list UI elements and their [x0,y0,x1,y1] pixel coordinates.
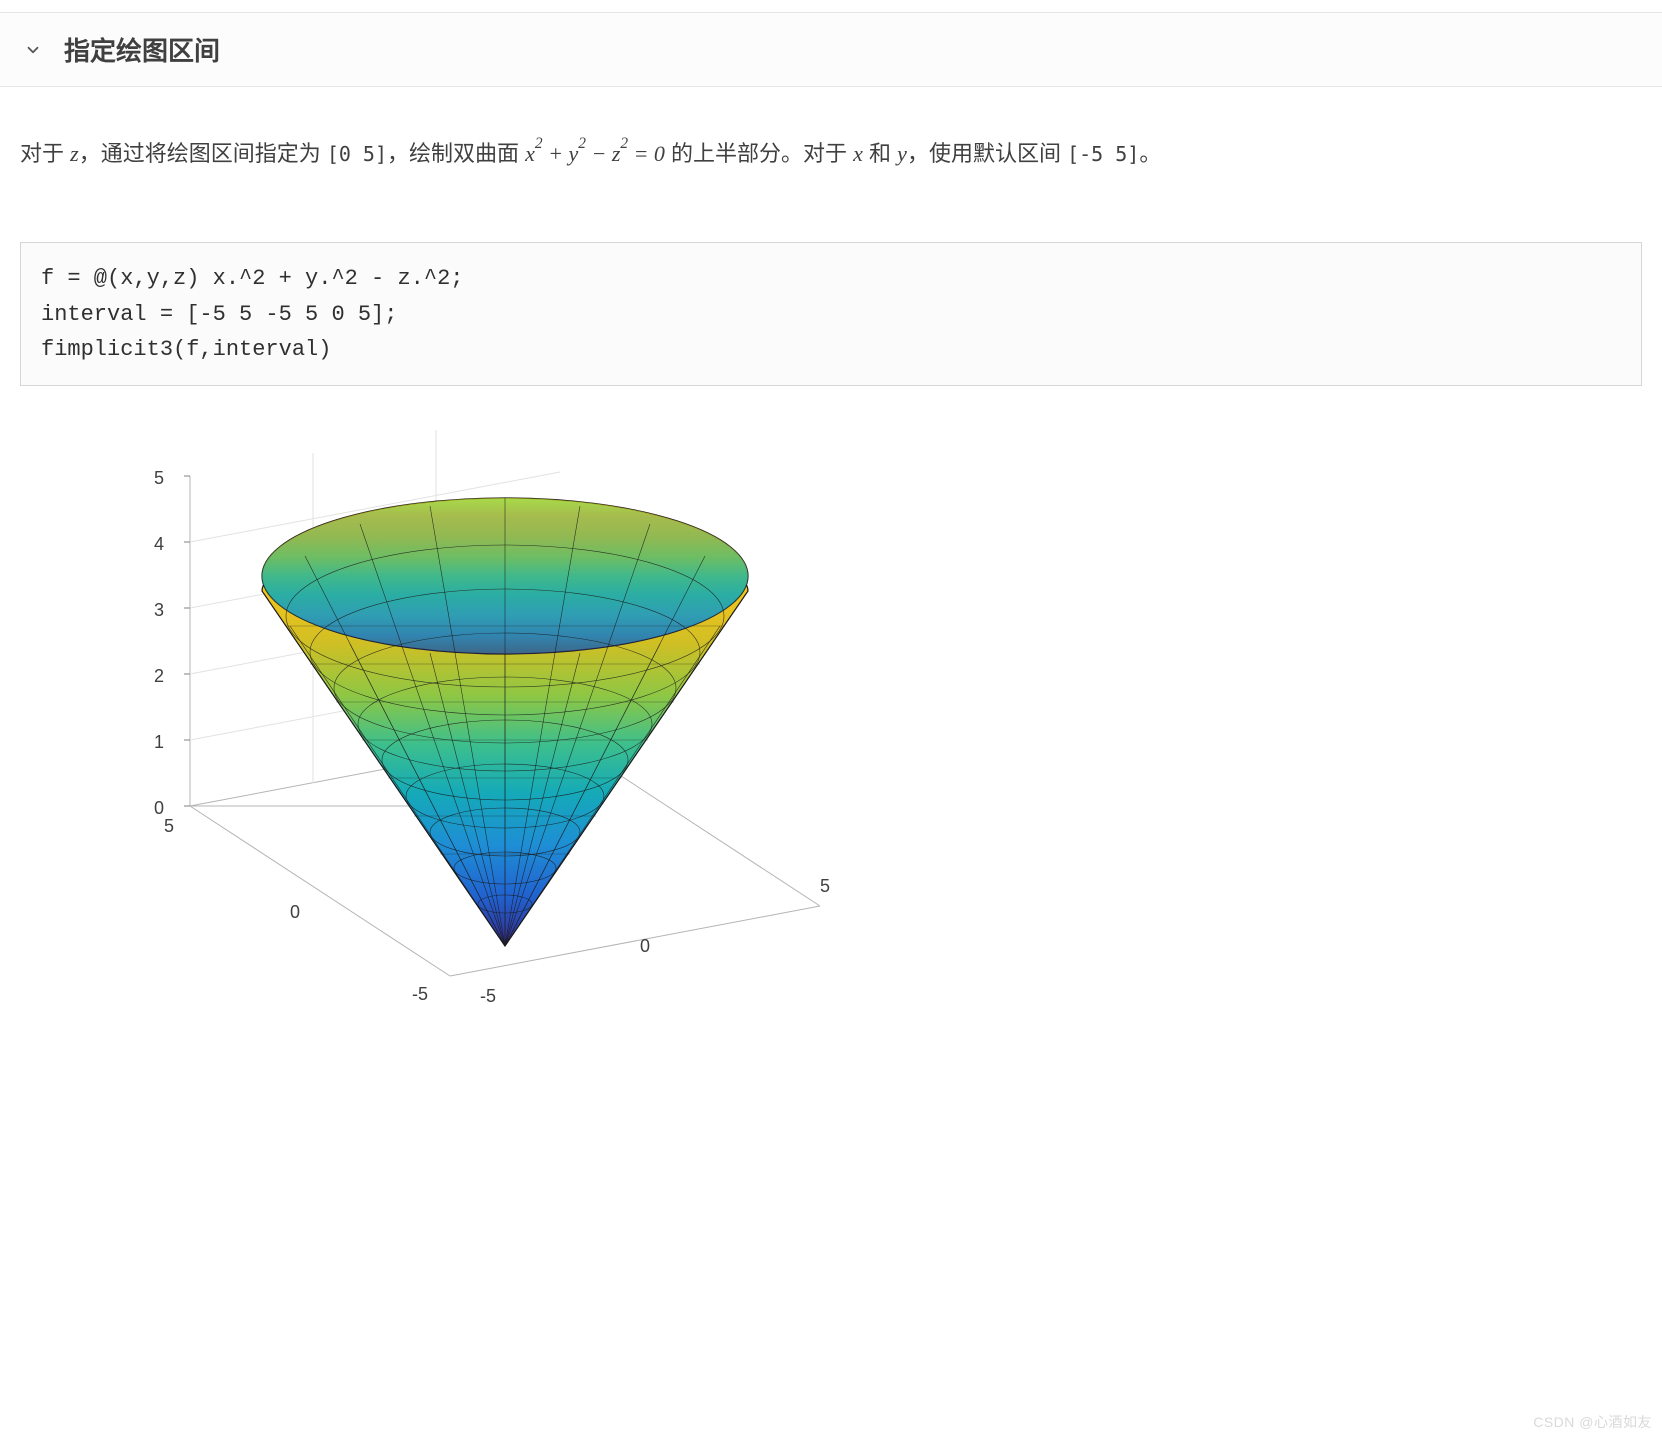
figure-container: 5 4 3 2 1 0 5 0 -5 -5 0 5 [20,416,1642,1036]
section-body: 对于 z，通过将绘图区间指定为 [0 5]，绘制双曲面 x2 + y2 − z2… [0,87,1662,1056]
var-y: y [897,141,907,166]
y-tick: 5 [164,816,174,837]
y-tick: -5 [412,984,428,1005]
equation: x2 + y2 − z2 = 0 [525,141,665,166]
z-tick: 5 [154,468,164,489]
interval-xy: [-5 5] [1067,142,1139,166]
section-header: 指定绘图区间 [0,13,1662,87]
chevron-down-icon[interactable] [20,37,46,63]
z-tick: 1 [154,732,164,753]
plot-svg [80,416,940,1036]
interval-z: [0 5] [327,142,387,166]
var-x: x [853,141,863,166]
text: 的上半部分。对于 [665,141,853,166]
axis-ticks [184,476,190,806]
top-divider [0,0,1662,13]
text: ，通过将绘图区间指定为 [79,141,327,166]
code-block[interactable]: f = @(x,y,z) x.^2 + y.^2 - z.^2; interva… [20,242,1642,386]
var-z: z [70,141,79,166]
z-tick: 0 [154,798,164,819]
text: 。 [1139,141,1161,166]
text: ，使用默认区间 [907,141,1067,166]
watermark: CSDN @心酒如友 [1533,1412,1652,1432]
z-tick: 4 [154,534,164,555]
text: 对于 [20,141,70,166]
cone-surface [262,498,748,946]
text: 和 [863,141,897,166]
description-paragraph: 对于 z，通过将绘图区间指定为 [0 5]，绘制双曲面 x2 + y2 − z2… [20,135,1642,172]
surface-plot: 5 4 3 2 1 0 5 0 -5 -5 0 5 [80,416,940,1036]
z-tick: 3 [154,600,164,621]
x-tick: 0 [640,936,650,957]
x-tick: 5 [820,876,830,897]
text: ，绘制双曲面 [387,141,525,166]
section-title: 指定绘图区间 [64,31,220,68]
y-tick: 0 [290,902,300,923]
z-tick: 2 [154,666,164,687]
x-tick: -5 [480,986,496,1007]
